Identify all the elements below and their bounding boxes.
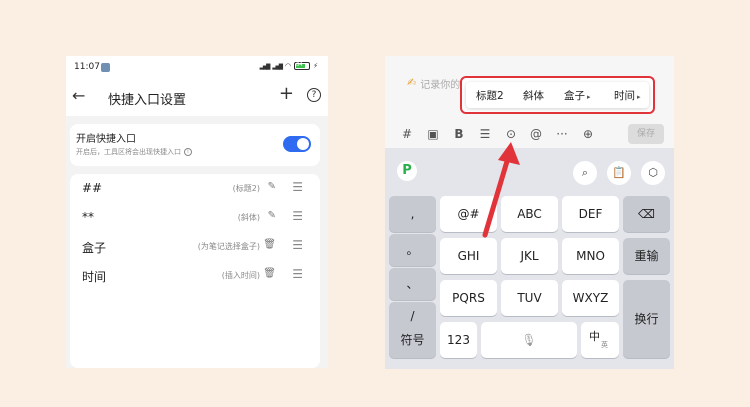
keyboard-logo-icon[interactable]: P xyxy=(397,161,417,181)
microphone-icon: 🎙 xyxy=(521,333,537,347)
caret-right-icon: ▸ xyxy=(637,93,641,101)
shortcut-row[interactable]: 盒子 (为笔记选择盒子) 🗑 ☰ xyxy=(70,232,320,262)
edit-icon[interactable]: ✎ xyxy=(268,210,276,221)
shortcut-hint: (插入时间) xyxy=(221,271,260,280)
status-bar: 11:07 ▂▄▆ ▂▄▆ ◠ 84 ⚡ xyxy=(66,56,328,80)
popup-label: 标题2 xyxy=(476,90,504,102)
app-bar: ← 快捷入口设置 + ? xyxy=(66,80,328,116)
shortcut-hint: (斜体) xyxy=(237,213,260,222)
shortcut-toggle-card: 开启快捷入口 开启后，工具区将会出现快捷入口 i xyxy=(70,124,320,166)
clipboard-icon[interactable]: 📋 xyxy=(607,161,631,185)
help-icon[interactable]: ? xyxy=(307,88,321,102)
shortcut-name: 时间 xyxy=(82,270,107,284)
shortcut-popup-highlight: 标题2 斜体 盒子 ▸ 时间 ▸ xyxy=(460,76,655,114)
toggle-subtitle: 开启后，工具区将会出现快捷入口 i xyxy=(76,147,192,157)
edit-icon[interactable]: ✎ xyxy=(268,181,276,192)
format-toolbar: # ▣ B ☰ ⊙ @ ··· ⊕ 保存 xyxy=(385,122,674,148)
drag-handle-icon[interactable]: ☰ xyxy=(292,209,303,223)
shortcut-row[interactable]: ## (标题2) ✎ ☰ xyxy=(70,174,320,204)
keyboard-suggest-bar: P ⌕ 📋 ⬡ xyxy=(385,156,674,190)
space-mic-key[interactable]: 🎙 xyxy=(481,322,577,358)
key-wxyz[interactable]: WXYZ xyxy=(562,280,619,316)
shortcut-icon[interactable]: ⊙ xyxy=(503,127,519,141)
shortcut-toggle-switch[interactable] xyxy=(283,136,311,152)
shortcut-hint: (标题2) xyxy=(232,184,260,193)
shortcut-popup: 标题2 斜体 盒子 ▸ 时间 ▸ xyxy=(466,82,649,108)
toggle-subtitle-text: 开启后，工具区将会出现快捷入口 xyxy=(76,148,181,156)
popup-item-heading2[interactable]: 标题2 xyxy=(476,88,504,103)
popup-item-time[interactable]: 时间 ▸ xyxy=(614,88,641,103)
add-circle-icon[interactable]: ⊕ xyxy=(580,127,596,141)
toggle-title: 开启快捷入口 xyxy=(76,134,136,145)
drag-handle-icon[interactable]: ☰ xyxy=(292,267,303,281)
key-comma[interactable]: , xyxy=(389,196,436,232)
save-button[interactable]: 保存 xyxy=(628,124,664,144)
search-icon[interactable]: ⌕ xyxy=(573,161,597,185)
shortcut-row[interactable]: 时间 (插入时间) 🗑 ☰ xyxy=(70,261,320,291)
popup-item-box[interactable]: 盒子 ▸ xyxy=(564,88,591,103)
popup-label: 斜体 xyxy=(523,90,544,102)
pointer-arrow xyxy=(482,142,520,238)
trash-icon[interactable]: 🗑 xyxy=(263,268,276,279)
shortcut-name: ## xyxy=(82,181,103,195)
status-time: 11:07 xyxy=(74,62,100,72)
drag-handle-icon[interactable]: ☰ xyxy=(292,180,303,194)
shortcut-hint: (为笔记选择盒子) xyxy=(197,242,260,251)
mention-icon[interactable]: @ xyxy=(528,127,544,141)
key-jkl[interactable]: JKL xyxy=(501,238,558,274)
pen-icon: ✍ xyxy=(407,76,417,89)
battery-icon: 84 xyxy=(294,62,311,70)
reenter-key[interactable]: 重输 xyxy=(623,238,670,274)
wifi-icon: ◠ xyxy=(284,62,292,70)
info-icon[interactable]: i xyxy=(184,148,192,156)
drag-handle-icon[interactable]: ☰ xyxy=(292,238,303,252)
shortcut-name: ** xyxy=(82,210,94,224)
language-switch-key[interactable]: 中 英 xyxy=(581,322,619,358)
cube-icon[interactable]: ⬡ xyxy=(641,161,665,185)
lang-sub: 英 xyxy=(601,341,608,349)
key-pqrs[interactable]: PQRS xyxy=(440,280,497,316)
page-title: 快捷入口设置 xyxy=(108,93,187,108)
popup-label: 盒子 xyxy=(564,90,585,102)
popup-label: 时间 xyxy=(614,90,635,102)
key-tuv[interactable]: TUV xyxy=(501,280,558,316)
more-icon[interactable]: ··· xyxy=(554,127,570,141)
backspace-key[interactable]: ⌫ xyxy=(623,196,670,232)
numbers-key[interactable]: 123 xyxy=(440,322,477,358)
editor-screen: ✍ 记录你的想法 # ▣ B ☰ ⊙ @ ··· ⊕ 保存 标题2 斜体 盒子 ▸… xyxy=(385,56,674,369)
trash-icon[interactable]: 🗑 xyxy=(263,239,276,250)
signal-icon-2: ▂▄▆ xyxy=(272,62,283,70)
lang-main: 中 xyxy=(589,330,600,343)
list-icon[interactable]: ☰ xyxy=(477,127,493,141)
key-def[interactable]: DEF xyxy=(562,196,619,232)
key-enum-comma[interactable]: 、 xyxy=(389,268,436,300)
notification-icon xyxy=(101,63,110,72)
popup-item-italic[interactable]: 斜体 xyxy=(523,88,544,103)
bold-icon[interactable]: B xyxy=(451,127,467,141)
image-icon[interactable]: ▣ xyxy=(425,127,441,141)
hashtag-icon[interactable]: # xyxy=(399,127,415,141)
add-icon[interactable]: + xyxy=(279,83,294,104)
back-arrow-icon[interactable]: ← xyxy=(72,86,85,105)
charging-icon: ⚡ xyxy=(313,62,318,70)
key-mno[interactable]: MNO xyxy=(562,238,619,274)
toggle-knob xyxy=(297,138,309,150)
caret-right-icon: ▸ xyxy=(587,93,591,101)
key-ghi[interactable]: GHI xyxy=(440,238,497,274)
signal-icon: ▂▄▆ xyxy=(259,62,271,70)
key-period[interactable]: 。 xyxy=(389,234,436,266)
shortcut-row[interactable]: ** (斜体) ✎ ☰ xyxy=(70,203,320,233)
shortcut-list: ## (标题2) ✎ ☰ ** (斜体) ✎ ☰ 盒子 (为笔记选择盒子) 🗑 … xyxy=(70,174,320,368)
battery-level: 84 xyxy=(296,62,303,68)
shortcut-name: 盒子 xyxy=(82,241,107,255)
status-icons: ▂▄▆ ▂▄▆ ◠ 84 ⚡ xyxy=(260,62,318,70)
newline-key[interactable]: 换行 xyxy=(623,280,670,358)
settings-screen: 11:07 ▂▄▆ ▂▄▆ ◠ 84 ⚡ ← 快捷入口设置 + ? 开启快捷入口… xyxy=(66,56,328,368)
symbols-key[interactable]: 符号 xyxy=(389,322,436,358)
